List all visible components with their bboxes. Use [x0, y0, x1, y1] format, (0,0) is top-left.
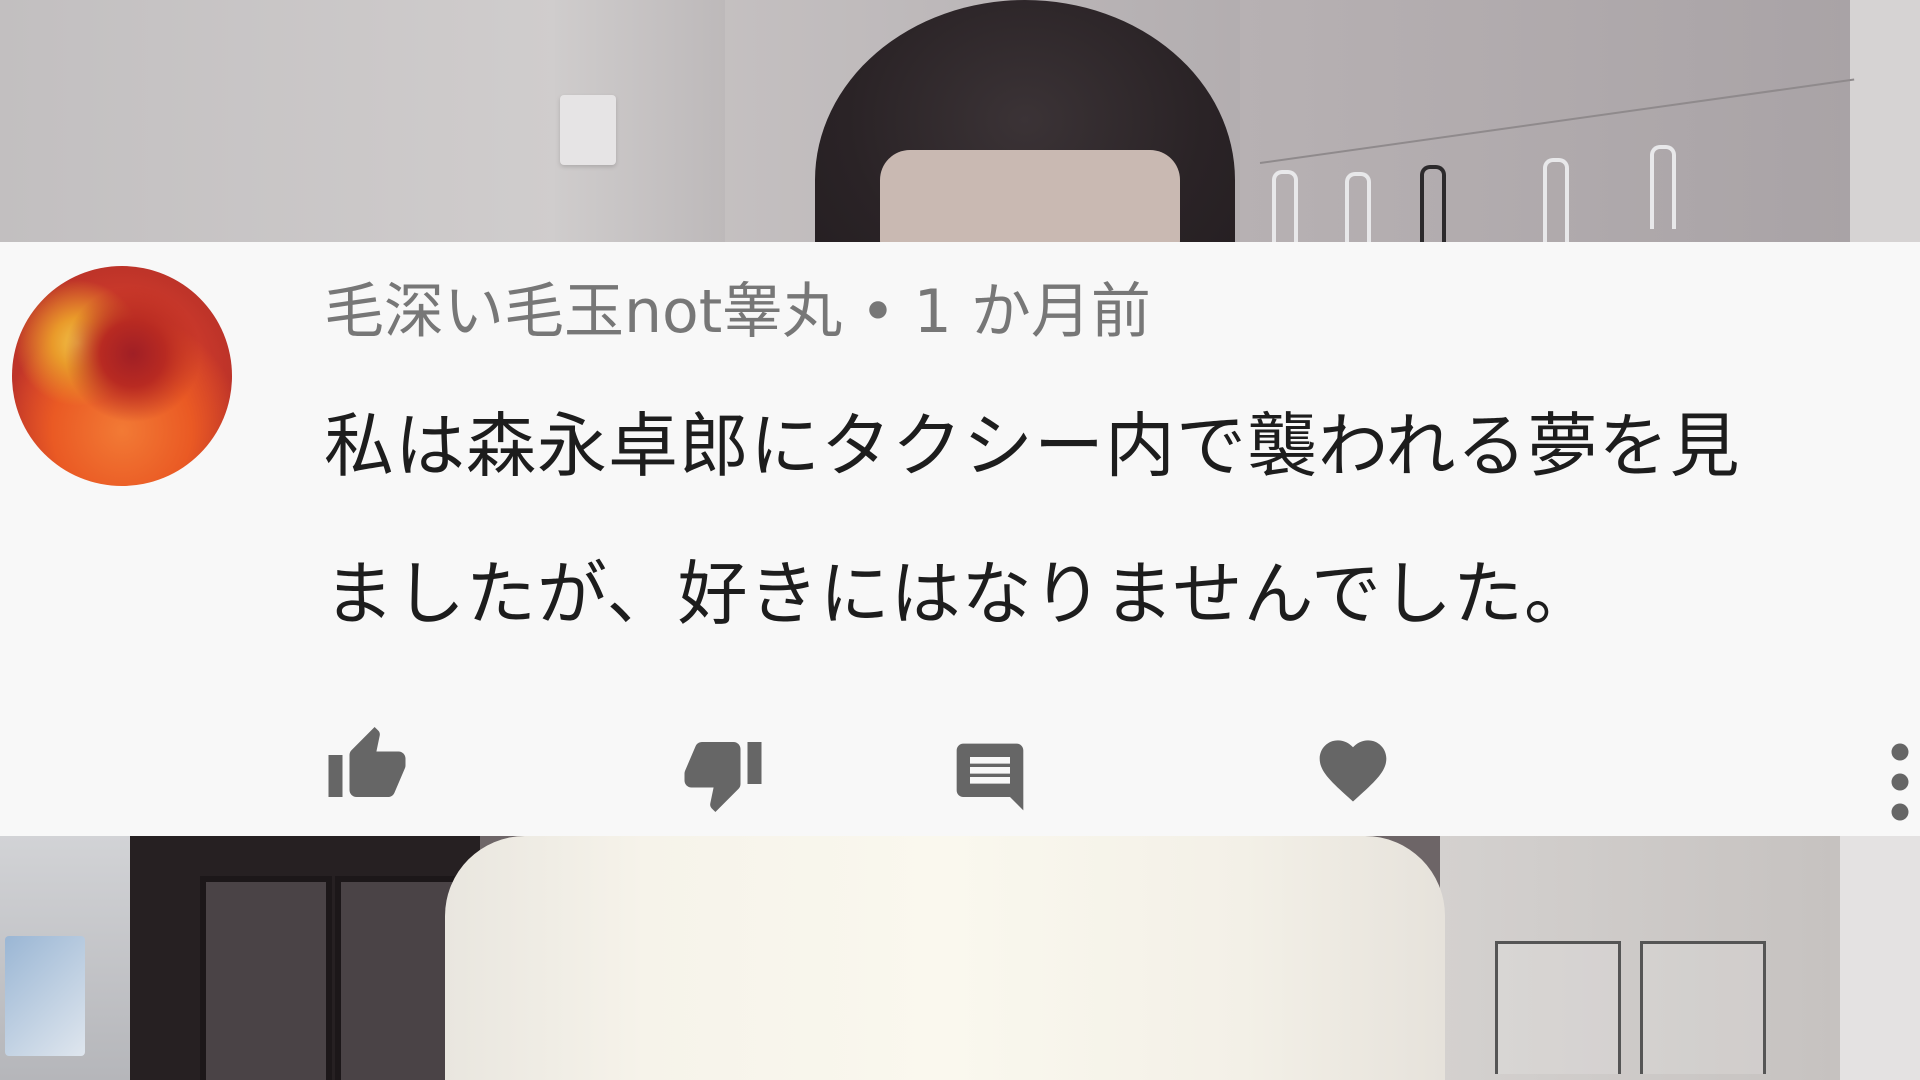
- more-vert-icon: [1891, 743, 1909, 821]
- pillar: [1850, 0, 1920, 242]
- clothes-hanger: [1650, 145, 1676, 229]
- reply-button[interactable]: [945, 732, 1035, 822]
- package: [5, 936, 85, 1056]
- heart-button[interactable]: [1308, 722, 1398, 812]
- comment-author[interactable]: 毛深い毛玉not睾丸: [324, 277, 842, 347]
- person-shirt: [445, 836, 1445, 1080]
- thumb-down-icon: [684, 742, 762, 812]
- clothes-hanger: [1543, 158, 1569, 242]
- meta-separator: •: [860, 277, 896, 347]
- comment-body-line: 私は森永卓郎にタクシー内で襲われる夢を見: [324, 405, 1741, 487]
- heart-icon: [1319, 740, 1387, 802]
- thumb-up-icon: [328, 727, 406, 797]
- reply-comment-icon: [956, 743, 1024, 811]
- wall: [0, 0, 560, 242]
- comment-meta: 毛深い毛玉not睾丸 • 1 か月前: [324, 272, 1151, 352]
- paper-bag: [1640, 941, 1766, 1074]
- door-pane: [200, 876, 332, 1080]
- person-face: [880, 150, 1180, 242]
- comment-timestamp[interactable]: 1 か月前: [914, 277, 1151, 347]
- light-switch: [560, 95, 616, 165]
- like-button[interactable]: [322, 717, 412, 807]
- comment-body: 私は森永卓郎にタクシー内で襲われる夢を見 ましたが、好きにはなりませんでした。: [324, 372, 1884, 668]
- comment-body-line: ましたが、好きにはなりませんでした。: [324, 553, 1595, 635]
- comment-card: 毛深い毛玉not睾丸 • 1 か月前 私は森永卓郎にタクシー内で襲われる夢を見 まし…: [0, 242, 1920, 836]
- dislike-button[interactable]: [678, 732, 768, 822]
- paper-bag: [1495, 941, 1621, 1074]
- avatar[interactable]: [12, 266, 232, 486]
- clothes-hanger: [1272, 170, 1298, 242]
- more-options-button[interactable]: [1880, 732, 1920, 832]
- video-background-top: [0, 0, 1920, 242]
- clothes-hanger: [1345, 172, 1371, 242]
- video-background-bottom: [0, 836, 1920, 1080]
- clothes-hanger: [1420, 165, 1446, 242]
- pillar: [1840, 836, 1920, 1080]
